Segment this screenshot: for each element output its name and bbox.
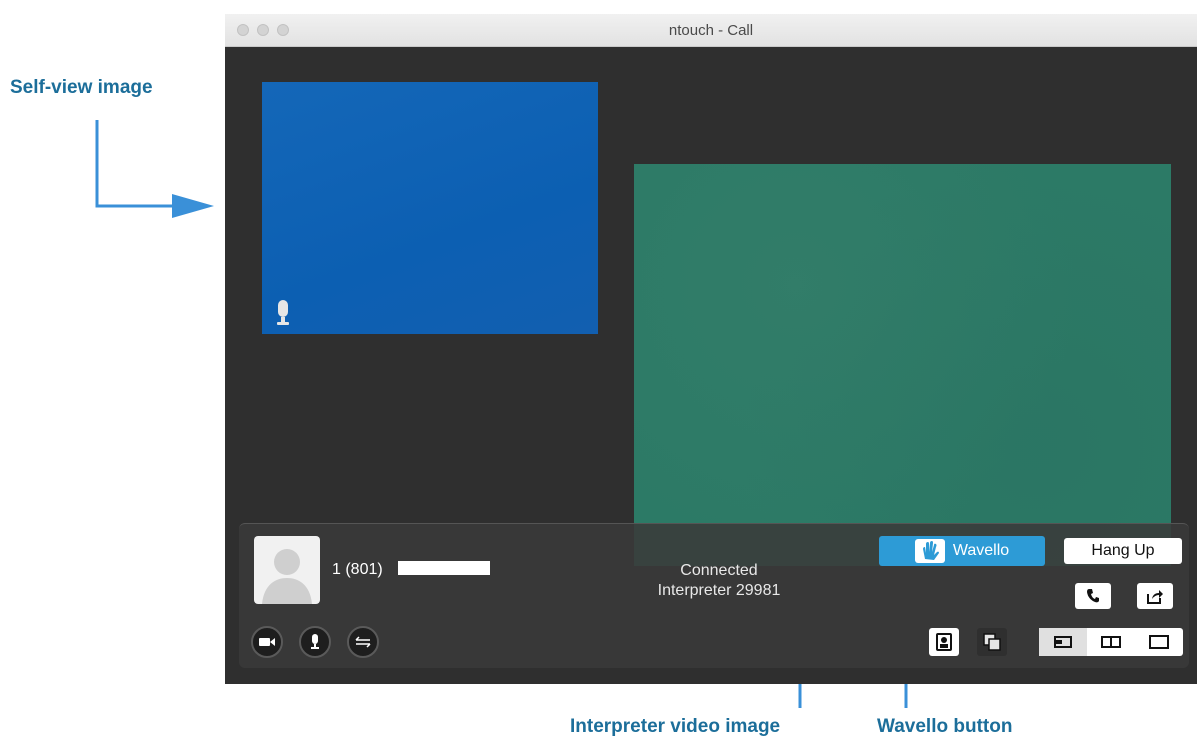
waving-hand-icon: [914, 539, 945, 563]
self-view-icon: [936, 633, 952, 651]
layout-small-icon: [1054, 636, 1072, 648]
phone-button[interactable]: [1075, 583, 1111, 609]
phone-number: 1 (801): [332, 561, 383, 578]
interpreter-id: Interpreter 29981: [657, 582, 781, 599]
title-bar: ntouch - Call: [225, 14, 1197, 47]
layout-full-button[interactable]: [1135, 628, 1183, 656]
self-view-video: [262, 82, 598, 334]
self-view-toggle-button[interactable]: [929, 628, 959, 656]
layout-full-icon: [1149, 635, 1169, 649]
call-status: Connected Interpreter 29981: [619, 561, 819, 601]
layout-split-icon: [1101, 636, 1121, 648]
contact-avatar: [254, 536, 320, 604]
swap-button[interactable]: [347, 626, 379, 658]
connection-status: Connected: [680, 562, 758, 579]
layout-split-button[interactable]: [1087, 628, 1135, 656]
layout-selector: [1039, 628, 1183, 656]
picture-in-picture-icon: [983, 633, 1001, 651]
swap-arrows-icon: [355, 636, 371, 648]
call-window: ntouch - Call 1 (801) Connected Interpre…: [225, 14, 1197, 684]
self-view-callout: Self-view image: [10, 77, 153, 98]
wavello-button-callout: Wavello button: [877, 716, 1013, 737]
layout-small-button[interactable]: [1039, 628, 1087, 656]
window-title: ntouch - Call: [668, 22, 754, 39]
self-view-arrow: [95, 120, 214, 218]
video-camera-button[interactable]: [251, 626, 283, 658]
video-camera-icon: [259, 638, 275, 646]
share-icon: [1147, 590, 1163, 604]
phone-icon: [1087, 589, 1099, 603]
hang-up-label: Hang Up: [1091, 542, 1155, 559]
picture-in-picture-button[interactable]: [977, 628, 1007, 656]
redacted-number: [398, 561, 490, 575]
wavello-button[interactable]: Wavello: [879, 536, 1045, 566]
microphone-button[interactable]: [299, 626, 331, 658]
microphone-icon: [277, 300, 289, 325]
wavello-label: Wavello: [952, 542, 1010, 559]
interpreter-video-callout: Interpreter video image: [570, 716, 781, 737]
hang-up-button[interactable]: Hang Up: [1064, 538, 1182, 564]
share-button[interactable]: [1137, 583, 1173, 609]
person-silhouette-icon: [262, 549, 312, 604]
microphone-icon: [311, 634, 319, 649]
interpreter-video: [634, 164, 1171, 566]
call-control-panel: 1 (801) Connected Interpreter 29981 Wave…: [239, 523, 1189, 668]
